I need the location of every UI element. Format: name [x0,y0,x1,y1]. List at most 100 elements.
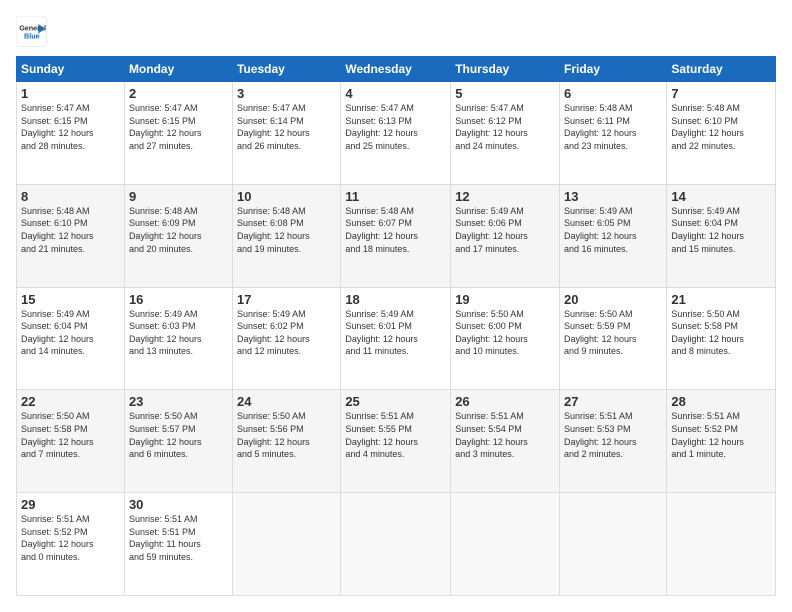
calendar-cell: 8Sunrise: 5:48 AM Sunset: 6:10 PM Daylig… [17,184,125,287]
calendar-week-2: 8Sunrise: 5:48 AM Sunset: 6:10 PM Daylig… [17,184,776,287]
weekday-header-thursday: Thursday [451,57,560,82]
day-info: Sunrise: 5:51 AM Sunset: 5:53 PM Dayligh… [564,410,662,460]
day-number: 17 [237,292,336,307]
calendar-week-1: 1Sunrise: 5:47 AM Sunset: 6:15 PM Daylig… [17,82,776,185]
weekday-header-saturday: Saturday [667,57,776,82]
calendar-cell: 10Sunrise: 5:48 AM Sunset: 6:08 PM Dayli… [233,184,341,287]
day-info: Sunrise: 5:50 AM Sunset: 6:00 PM Dayligh… [455,308,555,358]
calendar-cell: 22Sunrise: 5:50 AM Sunset: 5:58 PM Dayli… [17,390,125,493]
day-info: Sunrise: 5:51 AM Sunset: 5:52 PM Dayligh… [671,410,771,460]
day-info: Sunrise: 5:49 AM Sunset: 6:06 PM Dayligh… [455,205,555,255]
day-info: Sunrise: 5:50 AM Sunset: 5:57 PM Dayligh… [129,410,228,460]
day-info: Sunrise: 5:51 AM Sunset: 5:55 PM Dayligh… [345,410,446,460]
day-info: Sunrise: 5:51 AM Sunset: 5:54 PM Dayligh… [455,410,555,460]
day-info: Sunrise: 5:47 AM Sunset: 6:12 PM Dayligh… [455,102,555,152]
day-number: 5 [455,86,555,101]
day-info: Sunrise: 5:48 AM Sunset: 6:07 PM Dayligh… [345,205,446,255]
day-info: Sunrise: 5:49 AM Sunset: 6:03 PM Dayligh… [129,308,228,358]
day-number: 12 [455,189,555,204]
calendar-cell: 19Sunrise: 5:50 AM Sunset: 6:00 PM Dayli… [451,287,560,390]
day-info: Sunrise: 5:48 AM Sunset: 6:10 PM Dayligh… [21,205,120,255]
day-number: 11 [345,189,446,204]
calendar-week-3: 15Sunrise: 5:49 AM Sunset: 6:04 PM Dayli… [17,287,776,390]
day-info: Sunrise: 5:50 AM Sunset: 5:58 PM Dayligh… [21,410,120,460]
day-number: 2 [129,86,228,101]
day-number: 22 [21,394,120,409]
header: General Blue [16,16,776,48]
day-number: 30 [129,497,228,512]
calendar-cell: 3Sunrise: 5:47 AM Sunset: 6:14 PM Daylig… [233,82,341,185]
day-info: Sunrise: 5:50 AM Sunset: 5:59 PM Dayligh… [564,308,662,358]
day-info: Sunrise: 5:49 AM Sunset: 6:01 PM Dayligh… [345,308,446,358]
day-number: 25 [345,394,446,409]
calendar-week-5: 29Sunrise: 5:51 AM Sunset: 5:52 PM Dayli… [17,493,776,596]
calendar-cell: 6Sunrise: 5:48 AM Sunset: 6:11 PM Daylig… [560,82,667,185]
calendar-cell: 11Sunrise: 5:48 AM Sunset: 6:07 PM Dayli… [341,184,451,287]
calendar-cell: 29Sunrise: 5:51 AM Sunset: 5:52 PM Dayli… [17,493,125,596]
calendar-cell: 20Sunrise: 5:50 AM Sunset: 5:59 PM Dayli… [560,287,667,390]
calendar-cell: 17Sunrise: 5:49 AM Sunset: 6:02 PM Dayli… [233,287,341,390]
day-info: Sunrise: 5:50 AM Sunset: 5:56 PM Dayligh… [237,410,336,460]
day-number: 7 [671,86,771,101]
day-number: 27 [564,394,662,409]
day-number: 20 [564,292,662,307]
logo: General Blue [16,16,50,48]
weekday-header-friday: Friday [560,57,667,82]
day-info: Sunrise: 5:51 AM Sunset: 5:52 PM Dayligh… [21,513,120,563]
calendar-cell: 14Sunrise: 5:49 AM Sunset: 6:04 PM Dayli… [667,184,776,287]
day-number: 24 [237,394,336,409]
day-info: Sunrise: 5:47 AM Sunset: 6:14 PM Dayligh… [237,102,336,152]
calendar-cell: 27Sunrise: 5:51 AM Sunset: 5:53 PM Dayli… [560,390,667,493]
calendar-cell [341,493,451,596]
calendar-cell: 18Sunrise: 5:49 AM Sunset: 6:01 PM Dayli… [341,287,451,390]
calendar-cell: 25Sunrise: 5:51 AM Sunset: 5:55 PM Dayli… [341,390,451,493]
day-info: Sunrise: 5:49 AM Sunset: 6:04 PM Dayligh… [671,205,771,255]
calendar-cell: 24Sunrise: 5:50 AM Sunset: 5:56 PM Dayli… [233,390,341,493]
day-number: 21 [671,292,771,307]
svg-text:Blue: Blue [24,31,40,40]
day-info: Sunrise: 5:47 AM Sunset: 6:15 PM Dayligh… [129,102,228,152]
day-info: Sunrise: 5:49 AM Sunset: 6:02 PM Dayligh… [237,308,336,358]
day-number: 14 [671,189,771,204]
calendar-cell [451,493,560,596]
calendar-cell: 28Sunrise: 5:51 AM Sunset: 5:52 PM Dayli… [667,390,776,493]
weekday-header-wednesday: Wednesday [341,57,451,82]
calendar-week-4: 22Sunrise: 5:50 AM Sunset: 5:58 PM Dayli… [17,390,776,493]
calendar-cell [560,493,667,596]
page: General Blue SundayMondayTuesdayWednesda… [0,0,792,612]
day-info: Sunrise: 5:49 AM Sunset: 6:04 PM Dayligh… [21,308,120,358]
day-number: 13 [564,189,662,204]
calendar-cell: 30Sunrise: 5:51 AM Sunset: 5:51 PM Dayli… [124,493,232,596]
calendar-cell: 26Sunrise: 5:51 AM Sunset: 5:54 PM Dayli… [451,390,560,493]
calendar-cell: 16Sunrise: 5:49 AM Sunset: 6:03 PM Dayli… [124,287,232,390]
day-number: 23 [129,394,228,409]
day-number: 1 [21,86,120,101]
day-number: 15 [21,292,120,307]
calendar-table: SundayMondayTuesdayWednesdayThursdayFrid… [16,56,776,596]
calendar-cell: 21Sunrise: 5:50 AM Sunset: 5:58 PM Dayli… [667,287,776,390]
day-info: Sunrise: 5:47 AM Sunset: 6:15 PM Dayligh… [21,102,120,152]
calendar-cell: 12Sunrise: 5:49 AM Sunset: 6:06 PM Dayli… [451,184,560,287]
day-number: 26 [455,394,555,409]
day-info: Sunrise: 5:50 AM Sunset: 5:58 PM Dayligh… [671,308,771,358]
day-number: 8 [21,189,120,204]
day-info: Sunrise: 5:48 AM Sunset: 6:11 PM Dayligh… [564,102,662,152]
calendar-cell [233,493,341,596]
calendar-cell: 9Sunrise: 5:48 AM Sunset: 6:09 PM Daylig… [124,184,232,287]
calendar-cell [667,493,776,596]
calendar-cell: 13Sunrise: 5:49 AM Sunset: 6:05 PM Dayli… [560,184,667,287]
day-info: Sunrise: 5:48 AM Sunset: 6:10 PM Dayligh… [671,102,771,152]
day-number: 18 [345,292,446,307]
day-info: Sunrise: 5:48 AM Sunset: 6:08 PM Dayligh… [237,205,336,255]
weekday-header-tuesday: Tuesday [233,57,341,82]
weekday-header-monday: Monday [124,57,232,82]
calendar-cell: 7Sunrise: 5:48 AM Sunset: 6:10 PM Daylig… [667,82,776,185]
day-number: 19 [455,292,555,307]
day-number: 4 [345,86,446,101]
calendar-cell: 23Sunrise: 5:50 AM Sunset: 5:57 PM Dayli… [124,390,232,493]
day-number: 10 [237,189,336,204]
calendar-cell: 2Sunrise: 5:47 AM Sunset: 6:15 PM Daylig… [124,82,232,185]
calendar-cell: 1Sunrise: 5:47 AM Sunset: 6:15 PM Daylig… [17,82,125,185]
logo-icon: General Blue [16,16,48,48]
weekday-header-sunday: Sunday [17,57,125,82]
